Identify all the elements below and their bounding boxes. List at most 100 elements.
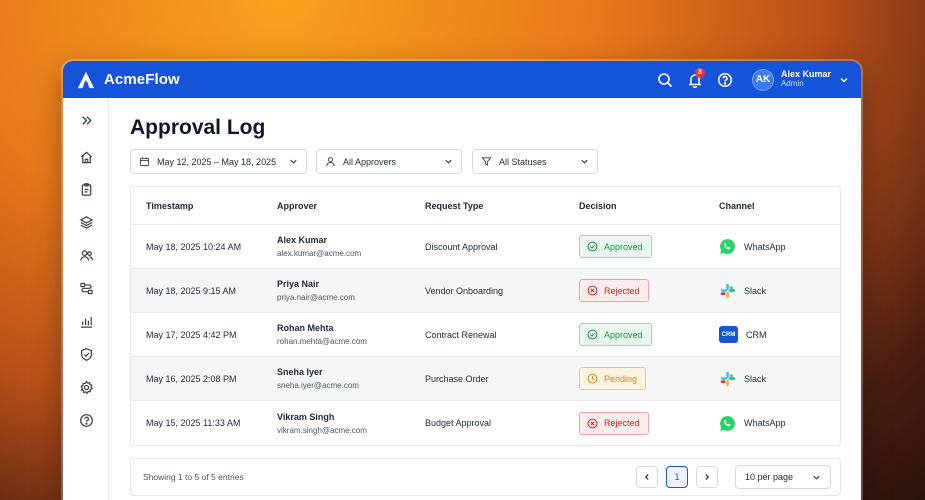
approver-name: Vikram Singh bbox=[277, 411, 335, 422]
timestamp-cell: May 15, 2025 11:33 AM bbox=[146, 418, 241, 428]
workflow-icon bbox=[79, 282, 93, 294]
date-range-value: May 12, 2025 – May 18, 2025 bbox=[157, 156, 277, 167]
timestamp-cell: May 17, 2025 4:42 PM bbox=[146, 329, 237, 340]
shield-check-icon bbox=[80, 347, 92, 361]
table-row[interactable]: May 17, 2025 4:42 PM Rohan Mehta rohan.m… bbox=[131, 313, 840, 357]
status-label: Rejected bbox=[604, 418, 640, 428]
table-row[interactable]: May 18, 2025 10:24 AM Alex Kumar alex.ku… bbox=[131, 225, 840, 269]
status-label: Rejected bbox=[604, 285, 640, 296]
bar-chart-icon bbox=[80, 316, 92, 328]
timestamp-cell: May 18, 2025 9:15 AM bbox=[146, 285, 237, 296]
approver-email: rohan.mehta@acme.com bbox=[277, 337, 367, 346]
table-row[interactable]: May 15, 2025 11:33 AM Vikram Singh vikra… bbox=[131, 401, 840, 445]
approver-filter-value: All Approvers bbox=[343, 156, 397, 167]
channel-cell: Slack bbox=[719, 370, 840, 387]
col-channel[interactable]: Channel bbox=[719, 201, 840, 211]
next-page-button[interactable] bbox=[696, 466, 718, 488]
user-role: Admin bbox=[780, 79, 804, 89]
channel-name: Slack bbox=[744, 373, 767, 384]
calendar-icon bbox=[139, 157, 150, 167]
sidebar-item-requests[interactable] bbox=[76, 179, 96, 199]
decision-cell: Approved bbox=[579, 235, 719, 258]
timestamp-cell: May 16, 2025 2:08 PM bbox=[146, 373, 237, 384]
status-badge: Rejected bbox=[579, 279, 649, 302]
pagination: 1 bbox=[636, 466, 718, 488]
sidebar-item-help[interactable] bbox=[76, 410, 96, 430]
sidebar-item-workflows[interactable] bbox=[76, 278, 96, 298]
col-timestamp[interactable]: Timestamp bbox=[131, 201, 277, 211]
sidebar-item-security[interactable] bbox=[76, 344, 96, 364]
clock-icon bbox=[587, 373, 598, 384]
approver-email: priya.nair@acme.com bbox=[277, 293, 355, 302]
table-footer: Showing 1 to 5 of 5 entries 1 10 per pag… bbox=[130, 458, 841, 496]
chevron-left-icon bbox=[644, 474, 649, 480]
x-circle-icon bbox=[587, 285, 598, 296]
approver-email: sneha.iyer@acme.com bbox=[277, 381, 359, 390]
approver-filter[interactable]: All Approvers bbox=[316, 149, 462, 174]
channel-name: WhatsApp bbox=[744, 418, 786, 428]
prev-page-button[interactable] bbox=[636, 466, 658, 488]
request-type-cell: Contract Renewal bbox=[425, 329, 497, 340]
sidebar-item-settings[interactable] bbox=[76, 377, 96, 397]
user-menu[interactable]: AK Alex Kumar Admin bbox=[751, 68, 849, 91]
col-request-type[interactable]: Request Type bbox=[425, 201, 579, 211]
col-decision[interactable]: Decision bbox=[579, 201, 719, 211]
sidebar-expand[interactable] bbox=[76, 110, 96, 130]
approver-email: alex.kumar@acme.com bbox=[277, 249, 362, 258]
per-page-select[interactable]: 10 per page bbox=[735, 465, 831, 489]
chevron-down-icon bbox=[813, 475, 820, 480]
search-button[interactable] bbox=[650, 65, 680, 95]
decision-cell: Approved bbox=[579, 323, 719, 346]
home-icon bbox=[80, 151, 92, 163]
chevron-down-icon bbox=[581, 159, 588, 164]
sidebar-item-users[interactable] bbox=[76, 245, 96, 265]
check-circle-icon bbox=[587, 329, 598, 340]
main-content: Approval Log May 12, 2025 – May 18, 2025… bbox=[109, 98, 861, 500]
user-icon bbox=[326, 157, 335, 167]
status-badge: Rejected bbox=[579, 411, 649, 435]
users-icon bbox=[79, 249, 93, 261]
channel-name: CRM bbox=[746, 329, 767, 340]
acmeflow-logo-icon bbox=[77, 71, 95, 88]
request-type-cell: Purchase Order bbox=[425, 373, 489, 384]
page-button[interactable]: 1 bbox=[666, 466, 688, 488]
page-title: Approval Log bbox=[130, 116, 266, 139]
whatsapp-icon bbox=[719, 415, 736, 432]
col-approver[interactable]: Approver bbox=[277, 201, 425, 211]
search-icon bbox=[658, 72, 673, 87]
channel-name: Slack bbox=[744, 285, 767, 296]
chevron-right-icon bbox=[705, 474, 710, 480]
avatar: AK bbox=[751, 68, 774, 91]
app-name: AcmeFlow bbox=[104, 71, 180, 88]
approver-cell: Vikram Singh vikram.singh@acme.com bbox=[277, 412, 425, 435]
notifications-button[interactable]: 3 bbox=[680, 65, 710, 95]
expand-icon bbox=[81, 115, 92, 125]
approval-table: Timestamp Approver Request Type Decision… bbox=[130, 186, 841, 446]
table-row[interactable]: May 18, 2025 9:15 AM Priya Nair priya.na… bbox=[131, 269, 840, 313]
sidebar-item-modules[interactable] bbox=[76, 212, 96, 232]
status-filter[interactable]: All Statuses bbox=[472, 149, 598, 174]
slack-icon bbox=[719, 370, 736, 387]
status-label: Pending bbox=[604, 373, 638, 384]
date-range-filter[interactable]: May 12, 2025 – May 18, 2025 bbox=[130, 149, 307, 174]
table-row[interactable]: May 16, 2025 2:08 PM Sneha Iyer sneha.iy… bbox=[131, 357, 840, 401]
request-type-cell: Vendor Onboarding bbox=[425, 285, 504, 296]
brand[interactable]: AcmeFlow bbox=[77, 71, 180, 89]
help-circle-icon bbox=[717, 72, 733, 87]
status-label: Approved bbox=[604, 329, 643, 340]
channel-cell: CRM CRM bbox=[719, 326, 840, 343]
crm-icon: CRM bbox=[719, 326, 738, 343]
help-icon bbox=[79, 413, 93, 427]
status-badge: Approved bbox=[579, 235, 652, 258]
user-meta: Alex Kumar Admin bbox=[780, 69, 831, 89]
approver-name: Priya Nair bbox=[277, 279, 320, 289]
chevron-down-icon bbox=[445, 159, 452, 164]
help-button[interactable] bbox=[710, 65, 740, 95]
sidebar-item-reports[interactable] bbox=[76, 311, 96, 331]
settings-icon bbox=[79, 379, 93, 394]
sidebar-item-home[interactable] bbox=[76, 147, 96, 167]
decision-cell: Rejected bbox=[579, 411, 719, 435]
channel-name: WhatsApp bbox=[744, 241, 786, 252]
chevron-down-icon bbox=[840, 77, 848, 82]
check-circle-icon bbox=[587, 241, 598, 252]
